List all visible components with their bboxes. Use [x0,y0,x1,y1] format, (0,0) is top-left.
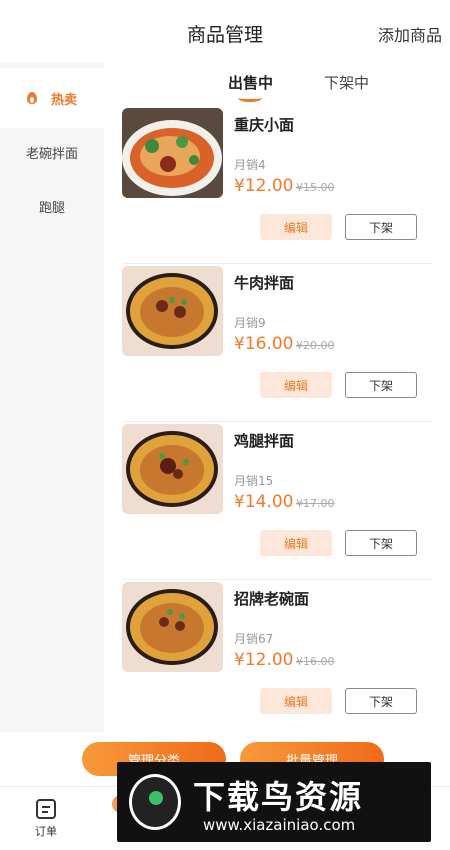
monthly-sales: 月销67 [234,632,274,646]
tab-label: 出售中 [228,74,274,92]
edit-button[interactable]: 编辑 [260,214,332,240]
original-price: ¥16.00 [296,655,335,668]
original-price: ¥17.00 [296,497,335,510]
edit-button[interactable]: 编辑 [260,688,332,714]
product-row: 鸡腿拌面 月销15 ¥14.00 ¥17.00 编辑 下架 [122,424,432,580]
product-row: 重庆小面 月销4 ¥12.00 ¥15.00 编辑 下架 [122,108,432,264]
product-price: ¥12.00 [234,176,294,196]
product-price: ¥12.00 [234,650,294,670]
product-name: 牛肉拌面 [234,274,295,292]
status-tabs: 出售中 下架中 [104,68,450,108]
order-list-icon [36,799,56,819]
sidebar-item-label: 跑腿 [38,200,65,216]
product-row: 招牌老碗面 月销67 ¥12.00 ¥16.00 编辑 下架 [122,582,432,738]
take-off-shelf-button[interactable]: 下架 [345,214,417,240]
product-price: ¥16.00 [234,334,294,354]
active-tab-indicator [238,94,262,102]
product-name: 重庆小面 [234,116,295,134]
watermark-banner: 下载鸟资源 www.xiazainiao.com [117,762,431,842]
watermark-url: www.xiazainiao.com [203,816,356,834]
monthly-sales: 月销15 [234,474,274,488]
sidebar-item-label: 热卖 [50,92,77,108]
product-name: 招牌老碗面 [234,590,310,608]
sidebar-item-errand[interactable]: 跑腿 [0,176,104,236]
tab-label: 下架中 [324,74,370,92]
tab-orders[interactable]: 订单 [26,799,66,839]
product-price: ¥14.00 [234,492,294,512]
add-product-button[interactable]: 添加商品 [378,22,442,46]
top-header: 商品管理 添加商品 [0,0,450,62]
edit-button[interactable]: 编辑 [260,372,332,398]
category-sidebar: 热卖 老碗拌面 跑腿 [0,62,104,732]
tab-on-sale[interactable]: 出售中 [228,72,274,102]
product-name: 鸡腿拌面 [234,432,295,450]
product-image [122,266,223,356]
product-row: 牛肉拌面 月销9 ¥16.00 ¥20.00 编辑 下架 [122,266,432,422]
watermark-title: 下载鸟资源 [193,778,364,816]
take-off-shelf-button[interactable]: 下架 [345,372,417,398]
edit-button[interactable]: 编辑 [260,530,332,556]
tab-off-shelf[interactable]: 下架中 [324,72,369,93]
original-price: ¥20.00 [296,339,335,352]
product-image [122,582,223,672]
product-list-panel: 出售中 下架中 重庆小面 月销4 ¥12.00 ¥15.00 编辑 下架 牛肉拌… [104,62,450,738]
bird-logo-icon [129,774,181,830]
monthly-sales: 月销4 [234,158,266,172]
flame-icon [26,92,37,104]
sidebar-item-label: 老碗拌面 [25,146,78,162]
take-off-shelf-button[interactable]: 下架 [345,688,417,714]
take-off-shelf-button[interactable]: 下架 [345,530,417,556]
product-image [122,424,223,514]
tab-label: 订单 [35,825,57,838]
product-image [122,108,223,198]
sidebar-item-laowan-noodles[interactable]: 老碗拌面 [0,122,104,182]
monthly-sales: 月销9 [234,316,266,330]
original-price: ¥15.00 [296,181,335,194]
sidebar-item-hot[interactable]: 热卖 [0,68,104,128]
